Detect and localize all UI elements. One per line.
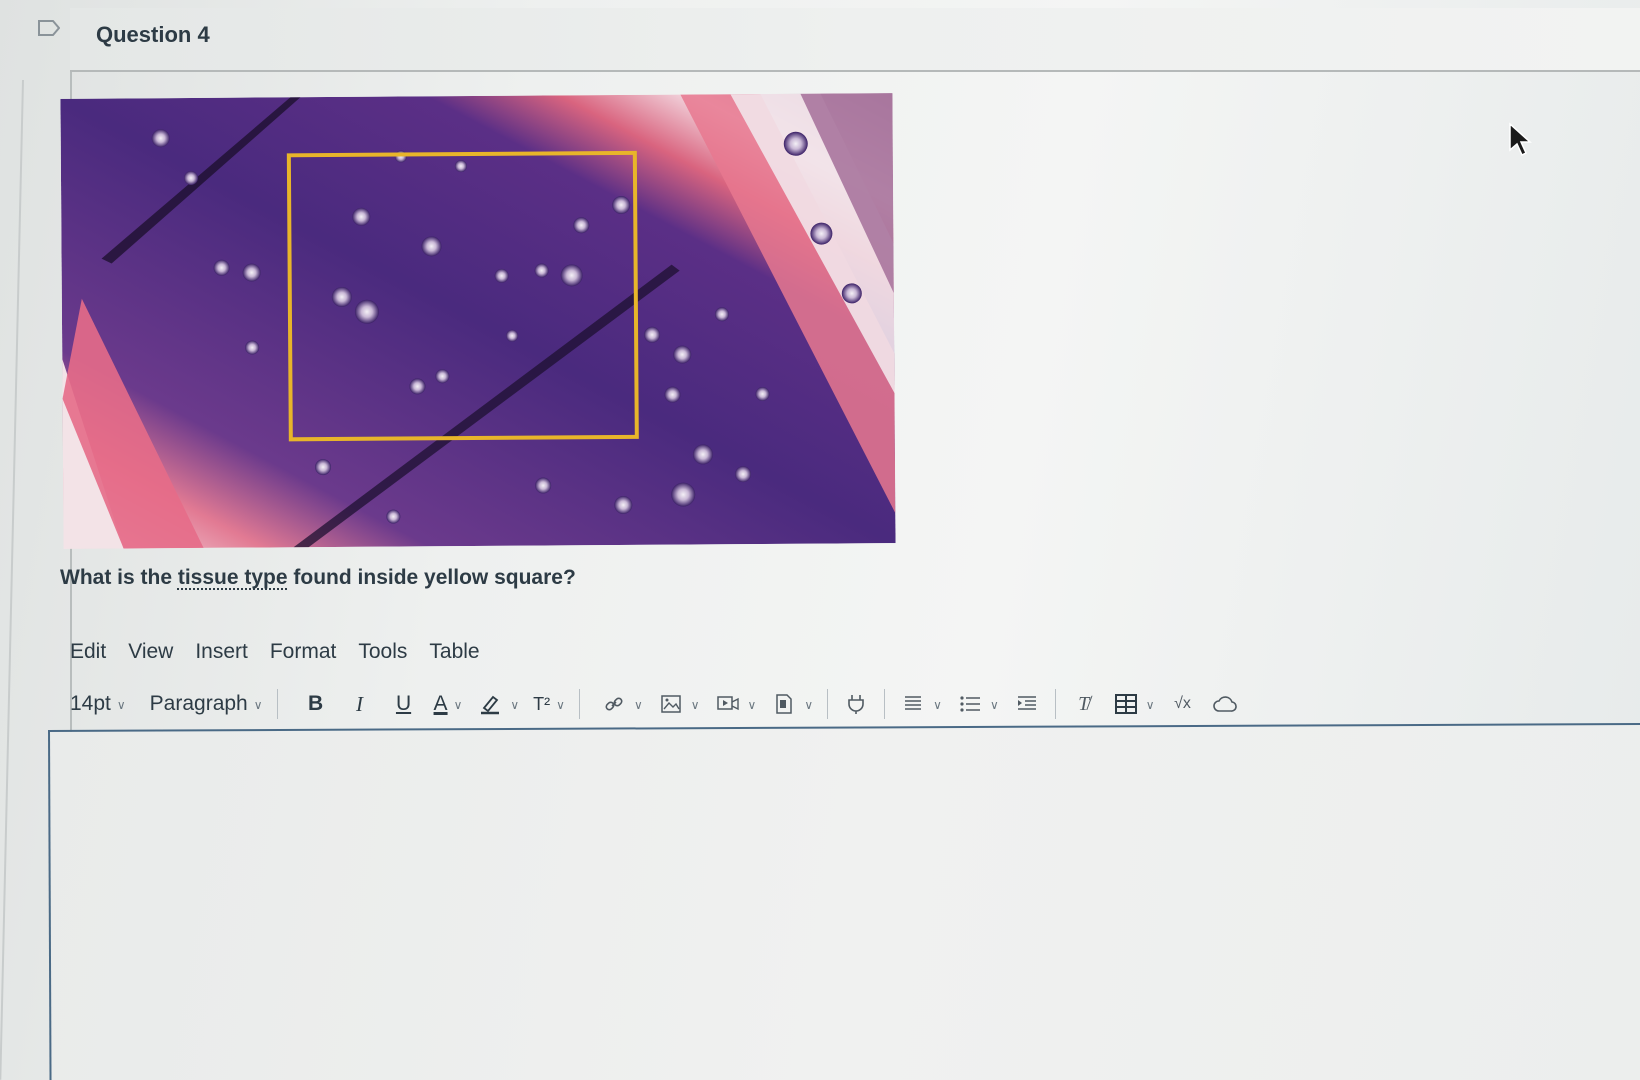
highlight-color-button[interactable]: ∨ [476, 686, 519, 722]
indent-button[interactable] [1013, 686, 1041, 722]
media-button[interactable]: ∨ [714, 686, 757, 722]
toolbar-separator [827, 689, 829, 719]
menu-table[interactable]: Table [429, 640, 479, 664]
question-prompt: What is the tissue type found inside yel… [60, 566, 576, 589]
chevron-down-icon: ∨ [690, 698, 700, 712]
chevron-down-icon: ∨ [933, 698, 942, 712]
menu-edit[interactable]: Edit [70, 640, 106, 664]
image-icon [657, 690, 685, 718]
bullet-list-button[interactable]: ∨ [956, 686, 999, 722]
align-button[interactable]: ∨ [899, 686, 942, 722]
glossary-link[interactable]: tissue type [178, 566, 288, 589]
highlighter-icon [476, 690, 504, 718]
align-icon [899, 690, 927, 718]
media-icon [714, 690, 742, 718]
chevron-down-icon: ∨ [989, 698, 999, 712]
link-button[interactable]: ∨ [600, 686, 643, 722]
editor-menubar: Edit View Insert Format Tools Table [70, 640, 502, 664]
chevron-down-icon: ∨ [1145, 698, 1155, 712]
toolbar-separator [276, 689, 278, 719]
chevron-down-icon: ∨ [253, 698, 263, 712]
question-header: Question 4 [70, 8, 1640, 72]
square-root-icon: √x [1174, 695, 1191, 712]
italic-button[interactable]: I [342, 686, 378, 722]
chevron-down-icon: ∨ [116, 698, 126, 712]
plug-icon [842, 690, 870, 718]
clear-formatting-button[interactable]: T̸ [1070, 686, 1098, 722]
toolbar-separator [884, 689, 886, 719]
menu-view[interactable]: View [128, 640, 173, 664]
clear-formatting-icon: T̸ [1078, 692, 1090, 715]
chevron-down-icon: ∨ [804, 698, 814, 712]
document-button[interactable]: ∨ [770, 686, 813, 722]
bullet-list-icon [956, 690, 984, 718]
image-button[interactable]: ∨ [657, 686, 700, 722]
flag-question-icon[interactable] [38, 20, 60, 36]
superscript-icon: T² [533, 693, 551, 714]
cloud-upload-button[interactable] [1211, 686, 1239, 722]
link-icon [600, 690, 628, 718]
question-title: Question 4 [96, 22, 210, 47]
chevron-down-icon: ∨ [747, 698, 757, 712]
chevron-down-icon: ∨ [556, 698, 565, 712]
menu-tools[interactable]: Tools [358, 640, 407, 664]
font-size-value: 14pt [70, 692, 111, 715]
toolbar-separator [578, 689, 580, 719]
math-equation-button[interactable]: √x [1169, 686, 1197, 722]
chevron-down-icon: ∨ [510, 698, 520, 712]
superscript-button[interactable]: T² ∨ [533, 686, 565, 722]
table-button[interactable]: ∨ [1112, 686, 1155, 722]
text-color-icon: A [433, 692, 448, 715]
document-icon [770, 690, 798, 718]
mouse-pointer-icon [1509, 122, 1532, 157]
page: Question 4 What is the tissue type found… [0, 0, 1640, 1080]
divider [0, 80, 24, 1080]
font-size-select[interactable]: 14pt ∨ [70, 686, 126, 722]
rich-text-editor[interactable] [48, 723, 1640, 1080]
block-format-select[interactable]: Paragraph ∨ [150, 686, 263, 722]
block-format-value: Paragraph [149, 692, 248, 715]
editor-toolbar: 14pt ∨ Paragraph ∨ B I U A ∨ ∨ T² ∨ ∨ ∨ … [70, 684, 1370, 724]
chevron-down-icon: ∨ [453, 698, 463, 712]
text-color-button[interactable]: A ∨ [434, 686, 463, 722]
menu-format[interactable]: Format [270, 640, 337, 664]
underline-button[interactable]: U [386, 686, 422, 722]
indent-icon [1013, 690, 1041, 718]
cloud-icon [1211, 690, 1239, 718]
bold-button[interactable]: B [298, 686, 334, 722]
histology-image [60, 93, 896, 549]
chevron-down-icon: ∨ [633, 698, 643, 712]
toolbar-separator [1054, 689, 1056, 719]
apps-button[interactable] [842, 686, 870, 722]
menu-insert[interactable]: Insert [195, 640, 248, 664]
table-icon [1112, 690, 1140, 718]
